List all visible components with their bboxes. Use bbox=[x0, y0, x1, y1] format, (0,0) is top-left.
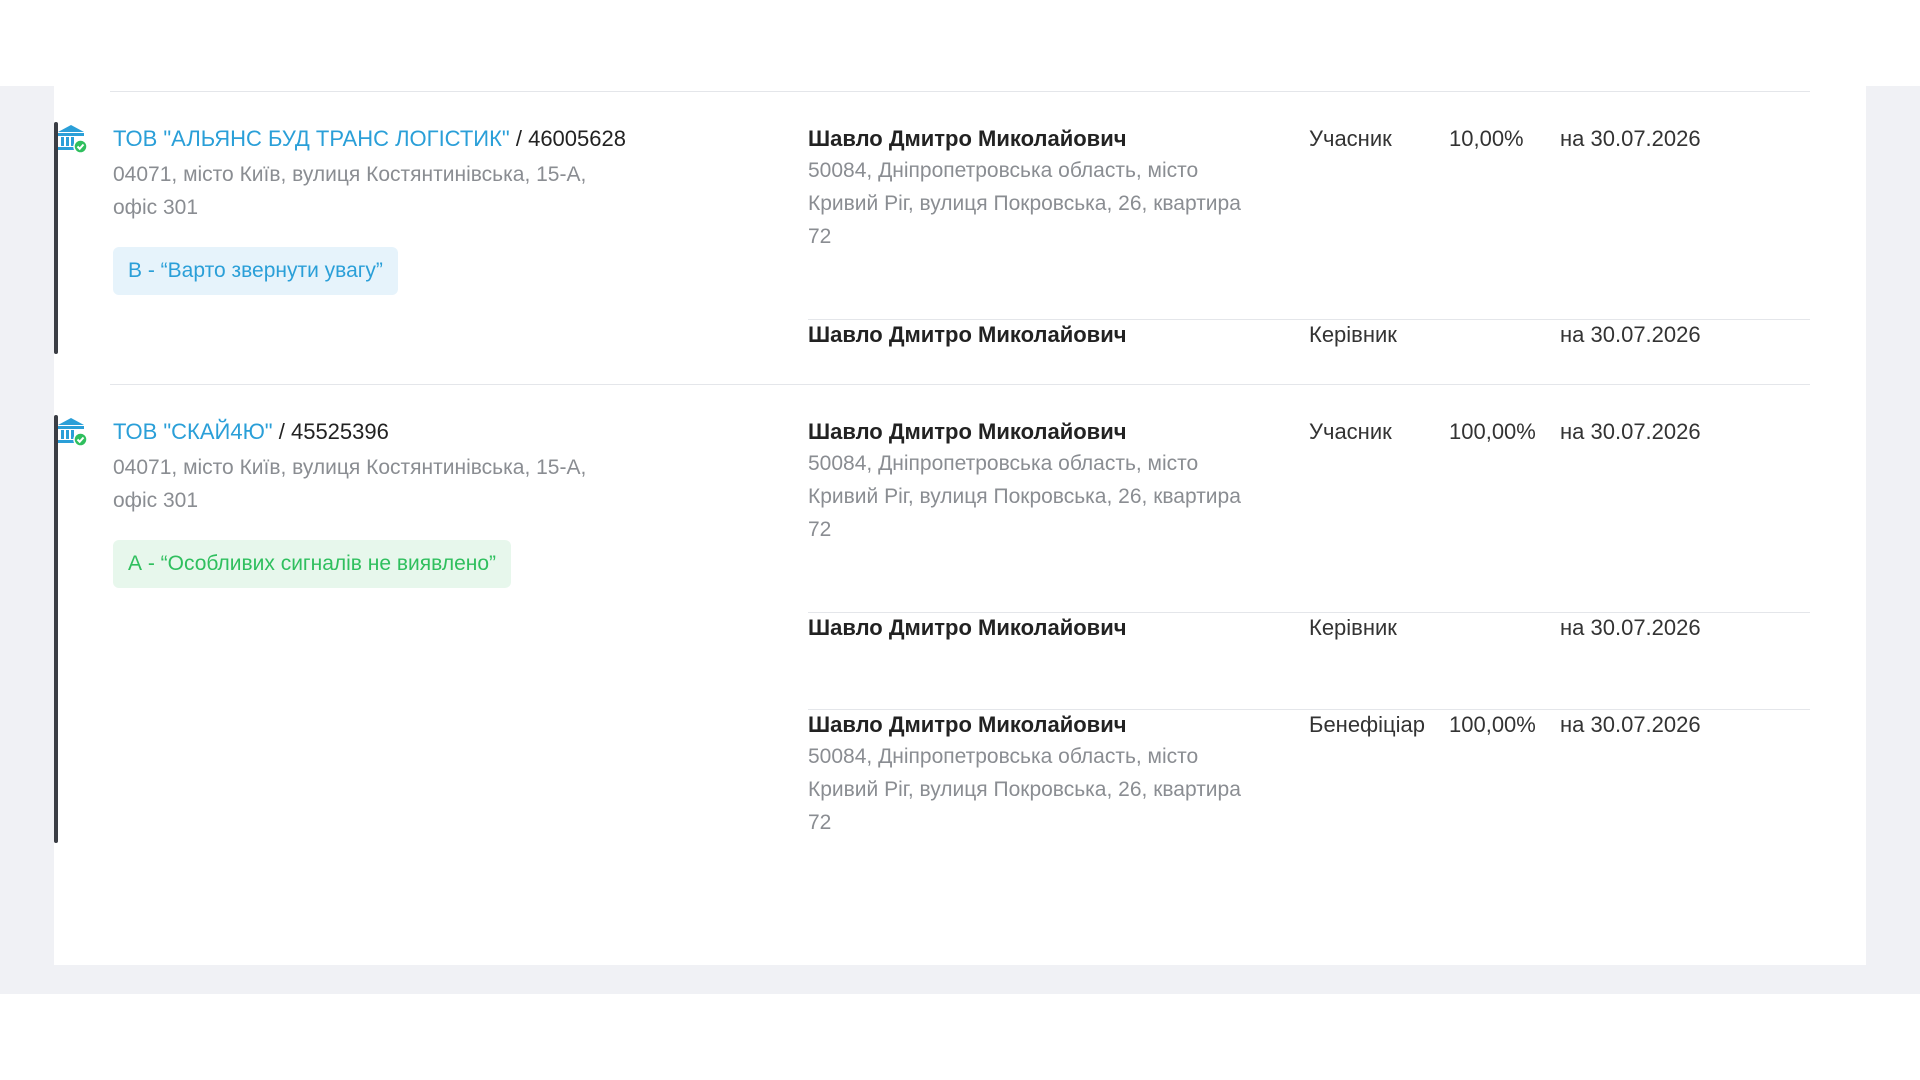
person-role: Учасник bbox=[1309, 126, 1392, 151]
company-accent-bar bbox=[54, 122, 58, 354]
person-date: на 30.07.2026 bbox=[1560, 712, 1701, 737]
person-date: на 30.07.2026 bbox=[1560, 615, 1701, 640]
person-role: Учасник bbox=[1309, 419, 1392, 444]
company-address: 04071, місто Київ, вулиця Костянтинівськ… bbox=[113, 163, 587, 219]
person-share: 100,00% bbox=[1449, 419, 1536, 444]
company-header: ТОВ "АЛЬЯНС БУД ТРАНС ЛОГІСТИК" / 460056… bbox=[113, 124, 626, 154]
person-role: Бенефіціар bbox=[1309, 712, 1426, 737]
company-code: 46005628 bbox=[528, 126, 626, 151]
person-address: 50084, Дніпропетровська область, місто К… bbox=[808, 452, 1241, 541]
person-name[interactable]: Шавло Дмитро Миколайович bbox=[808, 710, 1127, 740]
person-date: на 30.07.2026 bbox=[1560, 322, 1701, 347]
company-separator: / bbox=[272, 419, 291, 444]
company-code: 45525396 bbox=[290, 419, 389, 444]
section-divider bbox=[110, 384, 1810, 385]
person-name[interactable]: Шавло Дмитро Миколайович bbox=[808, 320, 1127, 350]
company-separator: / bbox=[509, 126, 529, 151]
bank-verified-icon bbox=[58, 418, 88, 447]
person-row: Шавло Дмитро Миколайович 50084, Дніпропе… bbox=[808, 417, 1810, 587]
person-share: 100,00% bbox=[1449, 712, 1536, 737]
risk-status-badge: А - “Особливих сигналів не виявлено” bbox=[113, 540, 512, 588]
person-row: Шавло Дмитро Миколайович Керівник на 30.… bbox=[808, 319, 1810, 360]
person-date: на 30.07.2026 bbox=[1560, 126, 1701, 151]
person-name[interactable]: Шавло Дмитро Миколайович bbox=[808, 613, 1127, 643]
person-row: Шавло Дмитро Миколайович Керівник на 30.… bbox=[808, 612, 1810, 653]
top-divider bbox=[110, 91, 1810, 92]
person-share: 10,00% bbox=[1449, 126, 1524, 151]
person-name[interactable]: Шавло Дмитро Миколайович bbox=[808, 124, 1127, 154]
person-address: 50084, Дніпропетровська область, місто К… bbox=[808, 159, 1241, 248]
company-header: ТОВ "СКАЙ4Ю" / 45525396 bbox=[113, 417, 389, 447]
company-name-link[interactable]: ТОВ "СКАЙ4Ю" bbox=[113, 419, 273, 444]
bank-verified-icon bbox=[58, 125, 88, 154]
person-date: на 30.07.2026 bbox=[1560, 419, 1701, 444]
company-accent-bar bbox=[54, 415, 58, 843]
person-name[interactable]: Шавло Дмитро Миколайович bbox=[808, 417, 1127, 447]
person-row: Шавло Дмитро Миколайович 50084, Дніпропе… bbox=[808, 709, 1810, 850]
company-name-link[interactable]: ТОВ "АЛЬЯНС БУД ТРАНС ЛОГІСТИК" bbox=[113, 126, 510, 151]
company-address: 04071, місто Київ, вулиця Костянтинівськ… bbox=[113, 456, 587, 512]
risk-status-badge: В - “Варто звернути увагу” bbox=[113, 247, 398, 295]
person-row: Шавло Дмитро Миколайович 50084, Дніпропе… bbox=[808, 124, 1810, 294]
person-address: 50084, Дніпропетровська область, місто К… bbox=[808, 745, 1241, 834]
person-role: Керівник bbox=[1309, 322, 1397, 347]
person-role: Керівник bbox=[1309, 615, 1397, 640]
